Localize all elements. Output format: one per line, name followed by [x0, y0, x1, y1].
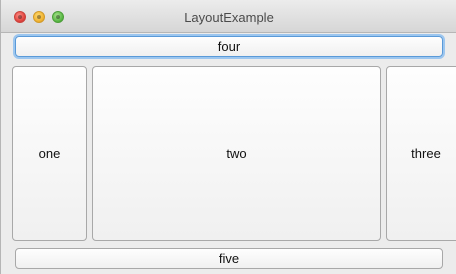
- four-button[interactable]: four: [15, 36, 443, 57]
- one-button[interactable]: one: [12, 66, 87, 241]
- three-button[interactable]: three: [386, 66, 456, 241]
- title-bar: LayoutExample: [1, 0, 456, 33]
- app-window: LayoutExample four one two three five: [0, 0, 456, 274]
- five-button[interactable]: five: [15, 248, 443, 269]
- two-button[interactable]: two: [92, 66, 381, 241]
- window-title: LayoutExample: [184, 10, 274, 25]
